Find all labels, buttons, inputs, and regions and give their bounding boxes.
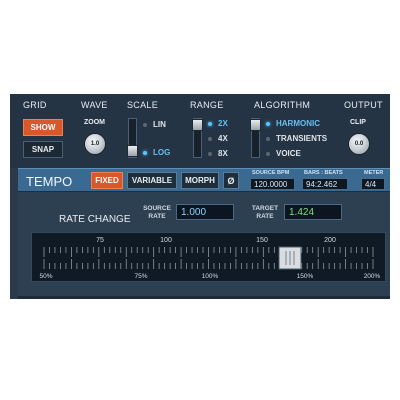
meter-field[interactable]: 4/4 [361,178,385,190]
rate-change-title: RATE CHANGE [59,214,131,225]
ruler-bottom-label: 200% [364,273,381,280]
scale-option-log[interactable]: LOG [143,148,170,157]
8x-indicator-icon [208,151,212,156]
range-option-8x[interactable]: 8X [208,149,228,158]
source-bpm-label: SOURCE BPM [252,170,290,176]
harmonic-indicator-icon [266,121,270,126]
tempo-mode-morph[interactable]: MORPH [181,172,219,189]
target-rate-field[interactable]: 1.424 [284,204,342,220]
rate-change-section: RATE CHANGE SOURCE RATE 1.000 TARGET RAT… [18,192,390,299]
ruler-top-label: 75 [96,237,104,244]
source-rate-label: SOURCE RATE [143,205,171,220]
lin-indicator-icon [143,122,147,127]
algorithm-header: ALGORITHM [254,100,311,110]
ruler-top-label: 100 [160,237,172,244]
scale-switch-thumb[interactable] [127,145,138,157]
ruler-bottom-label: 75% [134,273,147,280]
zoom-label: ZOOM [84,119,105,126]
voice-indicator-icon [266,151,270,156]
zoom-knob-value: 1.0 [90,141,100,147]
rate-ruler-slider[interactable]: 75 100 150 200 50% 75% 100% 150% 200% [31,232,386,282]
source-bpm-field[interactable]: 120.0000 [250,178,295,190]
tempo-mode-fixed[interactable]: FIXED [91,172,123,189]
range-option-4x[interactable]: 4X [208,134,228,143]
2x-indicator-icon [208,121,212,126]
ruler-top-label: 200 [324,237,336,244]
ruler-graphic: 75 100 150 200 50% 75% 100% 150% 200% [39,237,381,280]
range-header: RANGE [190,100,224,110]
range-switch-thumb[interactable] [192,119,203,131]
reset-button[interactable]: Ø [223,172,239,189]
output-header: OUTPUT [344,100,383,110]
ruler-top-label: 150 [256,237,268,244]
tempo-mode-variable[interactable]: VARIABLE [127,172,177,189]
snap-grid-button[interactable]: SNAP [23,141,63,158]
plugin-panel: GRID WAVE SCALE RANGE ALGORITHM OUTPUT S… [10,94,390,299]
algorithm-option-transients[interactable]: TRANSIENTS [266,134,327,143]
panel-bottom-edge [18,296,390,299]
range-option-2x[interactable]: 2X [208,119,228,128]
ruler-bottom-label: 150% [297,273,314,280]
zoom-knob[interactable]: 1.0 [84,133,106,155]
algorithm-option-voice[interactable]: VOICE [266,149,301,158]
meter-label: METER [364,170,384,176]
ruler-bottom-label: 100% [202,273,219,280]
tempo-title: TEMPO [26,174,73,189]
transients-indicator-icon [266,136,270,141]
bars-beats-label: BARS : BEATS [304,170,343,176]
source-rate-field[interactable]: 1.000 [176,204,234,220]
clip-knob-value: 0.0 [354,141,364,147]
tempo-bar: TEMPO FIXED VARIABLE MORPH Ø SOURCE BPM … [18,168,390,192]
clip-knob[interactable]: 0.0 [348,133,370,155]
wave-header: WAVE [81,100,108,110]
log-indicator-icon [143,150,147,155]
grid-header: GRID [23,100,47,110]
scale-header: SCALE [127,100,159,110]
target-rate-label: TARGET RATE [251,205,279,220]
algorithm-switch-thumb[interactable] [250,119,261,131]
ruler-bottom-label: 50% [39,273,52,280]
show-grid-button[interactable]: SHOW [23,119,63,136]
bars-beats-field[interactable]: 94:2.462 [302,178,348,190]
4x-indicator-icon [208,136,212,141]
top-controls-band: GRID WAVE SCALE RANGE ALGORITHM OUTPUT S… [10,94,390,168]
algorithm-option-harmonic[interactable]: HARMONIC [266,119,320,128]
scale-option-lin[interactable]: LIN [143,120,166,129]
clip-label: CLIP [350,119,366,126]
